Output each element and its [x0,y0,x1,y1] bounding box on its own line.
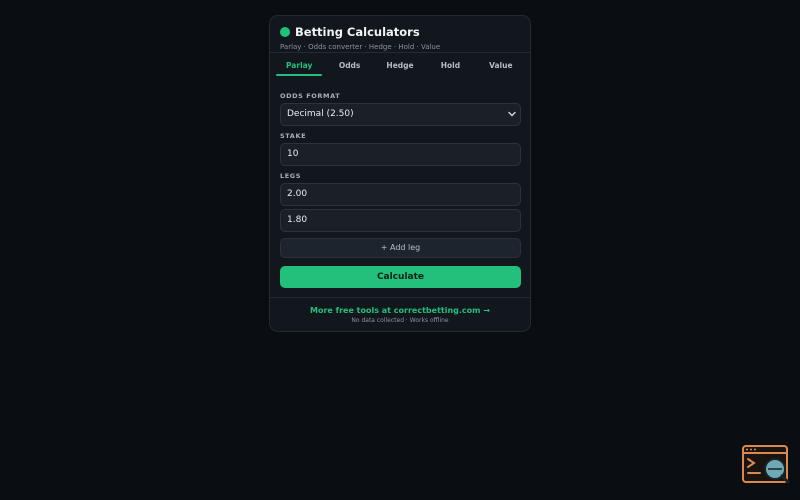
odds-format-select[interactable]: Decimal (2.50) [280,103,521,126]
card-header: Betting Calculators Parlay · Odds conver… [270,16,530,52]
title-row: Betting Calculators [280,24,520,40]
stake-label: STAKE [280,132,307,140]
tab-hold[interactable]: Hold [425,53,475,78]
odds-format-label: ODDS FORMAT [280,92,341,100]
stake-input[interactable]: 10 [280,143,521,166]
tab-odds[interactable]: Odds [324,53,374,78]
tab-value[interactable]: Value [476,53,526,78]
footer-link[interactable]: More free tools at correctbetting.com → [270,306,530,315]
footer-note: No data collected · Works offline [351,317,449,324]
status-dot-icon [280,27,290,37]
leg-1-input[interactable]: 2.00 [280,183,521,206]
tab-hedge[interactable]: Hedge [375,53,425,78]
calculator-card: Betting Calculators Parlay · Odds conver… [269,15,531,332]
legs-label: LEGS [280,172,301,180]
tab-parlay[interactable]: Parlay [274,53,324,78]
card-footer: More free tools at correctbetting.com → … [270,297,530,331]
terminal-search-icon[interactable] [742,445,790,485]
page-title: Betting Calculators [295,25,420,39]
add-leg-button[interactable]: + Add leg [280,238,521,258]
page-subtitle: Parlay · Odds converter · Hedge · Hold ·… [280,43,441,51]
leg-2-input[interactable]: 1.80 [280,209,521,232]
odds-format-value: Decimal (2.50) [287,109,354,119]
chevron-down-icon [508,104,516,125]
calculate-button[interactable]: Calculate [280,266,521,288]
tab-bar: Parlay Odds Hedge Hold Value [270,52,530,78]
